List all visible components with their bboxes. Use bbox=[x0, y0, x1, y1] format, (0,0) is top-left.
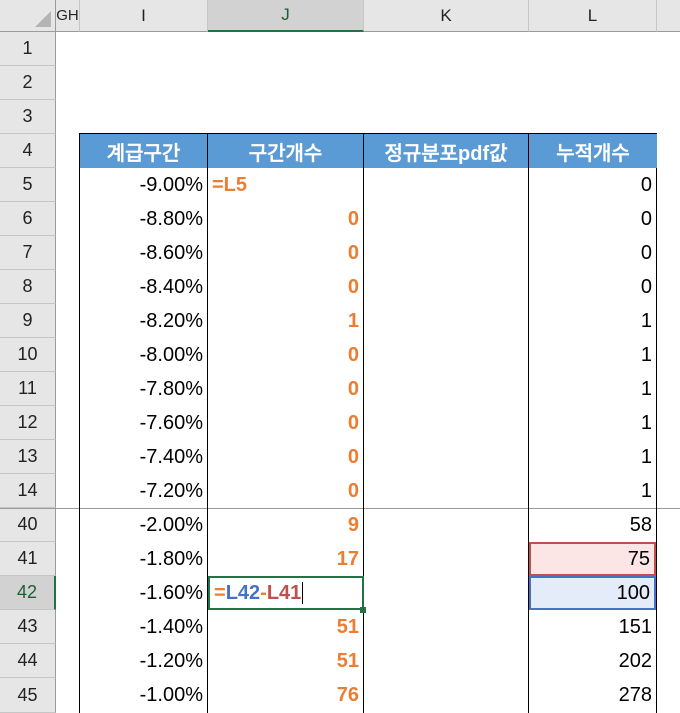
row-header-44[interactable]: 44 bbox=[0, 644, 56, 678]
cell-l12[interactable]: 1 bbox=[529, 406, 656, 440]
header-cell-count[interactable]: 구간개수 bbox=[208, 134, 364, 168]
row-header-12[interactable]: 12 bbox=[0, 406, 56, 440]
header-cell-cumulative[interactable]: 누적개수 bbox=[529, 134, 657, 168]
cell-j11[interactable]: 0 bbox=[208, 372, 363, 406]
formula-minus: - bbox=[260, 581, 267, 604]
cell-i12[interactable]: -7.60% bbox=[80, 406, 207, 440]
cell-l42-referenced[interactable]: 100 bbox=[529, 576, 656, 610]
table-border-j-k bbox=[363, 134, 364, 713]
cell-j45[interactable]: 76 bbox=[208, 678, 363, 712]
cell-j14[interactable]: 0 bbox=[208, 474, 363, 508]
row-header-6[interactable]: 6 bbox=[0, 202, 56, 236]
cell-j7[interactable]: 0 bbox=[208, 236, 363, 270]
cell-l5[interactable]: 0 bbox=[529, 168, 656, 202]
cell-i42[interactable]: -1.60% bbox=[80, 576, 207, 610]
cell-l13[interactable]: 1 bbox=[529, 440, 656, 474]
cell-j6[interactable]: 0 bbox=[208, 202, 363, 236]
cell-l8[interactable]: 0 bbox=[529, 270, 656, 304]
cell-i5[interactable]: -9.00% bbox=[80, 168, 207, 202]
row-header-5[interactable]: 5 bbox=[0, 168, 56, 202]
row-header-8[interactable]: 8 bbox=[0, 270, 56, 304]
column-header-i[interactable]: I bbox=[80, 0, 208, 32]
select-all-corner[interactable] bbox=[0, 0, 56, 32]
cell-i10[interactable]: -8.00% bbox=[80, 338, 207, 372]
corner-triangle-icon bbox=[35, 11, 51, 27]
row-header-41[interactable]: 41 bbox=[0, 542, 56, 576]
cell-i40[interactable]: -2.00% bbox=[80, 508, 207, 542]
cell-i14[interactable]: -7.20% bbox=[80, 474, 207, 508]
column-header-k[interactable]: K bbox=[364, 0, 529, 32]
cell-i11[interactable]: -7.80% bbox=[80, 372, 207, 406]
cell-l10[interactable]: 1 bbox=[529, 338, 656, 372]
cell-l7[interactable]: 0 bbox=[529, 236, 656, 270]
table-border-right bbox=[656, 134, 657, 713]
cell-i7[interactable]: -8.60% bbox=[80, 236, 207, 270]
text-cursor bbox=[302, 582, 304, 604]
cell-i41[interactable]: -1.80% bbox=[80, 542, 207, 576]
row-header-42[interactable]: 42 bbox=[0, 576, 56, 610]
cell-i45[interactable]: -1.00% bbox=[80, 678, 207, 712]
cell-j10[interactable]: 0 bbox=[208, 338, 363, 372]
cell-l6[interactable]: 0 bbox=[529, 202, 656, 236]
header-cell-pdf[interactable]: 정규분포pdf값 bbox=[364, 134, 529, 168]
cell-l41-referenced[interactable]: 75 bbox=[529, 542, 656, 576]
cell-i6[interactable]: -8.80% bbox=[80, 202, 207, 236]
cell-l11[interactable]: 1 bbox=[529, 372, 656, 406]
cell-l44[interactable]: 202 bbox=[529, 644, 656, 678]
row-header-9[interactable]: 9 bbox=[0, 304, 56, 338]
cell-j12[interactable]: 0 bbox=[208, 406, 363, 440]
cell-i43[interactable]: -1.40% bbox=[80, 610, 207, 644]
cell-j40[interactable]: 9 bbox=[208, 508, 363, 542]
cell-j44[interactable]: 51 bbox=[208, 644, 363, 678]
formula-ref-l41: L41 bbox=[266, 581, 302, 604]
formula-ref-l42: L42 bbox=[225, 581, 261, 604]
row-header-40[interactable]: 40 bbox=[0, 508, 56, 542]
row-header-7[interactable]: 7 bbox=[0, 236, 56, 270]
column-header-l[interactable]: L bbox=[529, 0, 657, 32]
cell-j43[interactable]: 51 bbox=[208, 610, 363, 644]
row-header-45[interactable]: 45 bbox=[0, 678, 56, 713]
column-header-gh[interactable]: GH bbox=[56, 0, 80, 32]
cell-j9[interactable]: 1 bbox=[208, 304, 363, 338]
cell-j5[interactable]: =L5 bbox=[208, 168, 363, 202]
cell-i9[interactable]: -8.20% bbox=[80, 304, 207, 338]
cell-j42-editing[interactable]: = L42- L41 bbox=[208, 576, 364, 610]
row-header-10[interactable]: 10 bbox=[0, 338, 56, 372]
column-header-next[interactable] bbox=[657, 0, 680, 32]
row-header-14[interactable]: 14 bbox=[0, 474, 56, 508]
formula-equals: = bbox=[214, 581, 226, 604]
cell-l9[interactable]: 1 bbox=[529, 304, 656, 338]
spreadsheet-grid[interactable]: GH I J K L 1 2 3 4 5 6 7 8 9 10 11 12 13… bbox=[0, 0, 680, 713]
cell-i13[interactable]: -7.40% bbox=[80, 440, 207, 474]
cell-l14[interactable]: 1 bbox=[529, 474, 656, 508]
row-header-3[interactable]: 3 bbox=[0, 100, 56, 134]
column-header-j[interactable]: J bbox=[208, 0, 364, 32]
row-header-43[interactable]: 43 bbox=[0, 610, 56, 644]
cell-j13[interactable]: 0 bbox=[208, 440, 363, 474]
header-cell-range[interactable]: 계급구간 bbox=[80, 134, 208, 168]
row-header-11[interactable]: 11 bbox=[0, 372, 56, 406]
cell-j41[interactable]: 17 bbox=[208, 542, 363, 576]
row-header-2[interactable]: 2 bbox=[0, 66, 56, 100]
cell-l45[interactable]: 278 bbox=[529, 678, 656, 712]
cell-j8[interactable]: 0 bbox=[208, 270, 363, 304]
row-header-1[interactable]: 1 bbox=[0, 32, 56, 66]
cell-l40[interactable]: 58 bbox=[529, 508, 656, 542]
row-header-4[interactable]: 4 bbox=[0, 134, 56, 168]
cell-i44[interactable]: -1.20% bbox=[80, 644, 207, 678]
row-header-13[interactable]: 13 bbox=[0, 440, 56, 474]
cell-l43[interactable]: 151 bbox=[529, 610, 656, 644]
cell-i8[interactable]: -8.40% bbox=[80, 270, 207, 304]
